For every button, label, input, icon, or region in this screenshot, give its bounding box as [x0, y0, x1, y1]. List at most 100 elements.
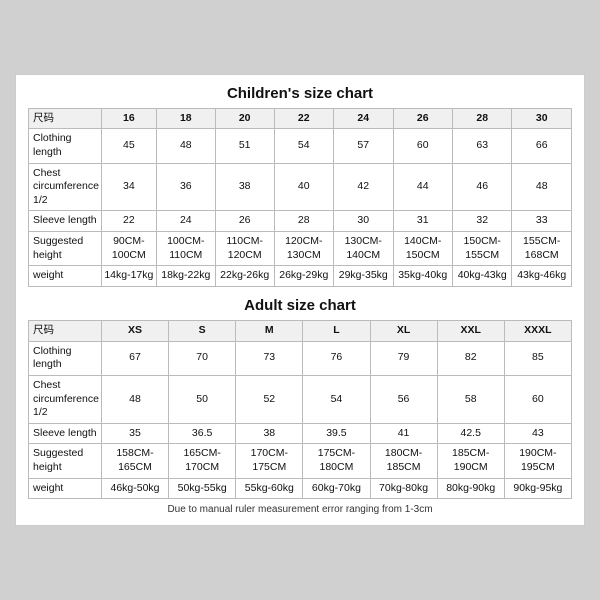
children-cell-4-7: 43kg-46kg — [512, 266, 572, 287]
adult-cell-1-5: 58 — [437, 375, 504, 423]
adult-cell-1-6: 60 — [504, 375, 571, 423]
children-cell-2-6: 32 — [452, 211, 511, 232]
adult-cell-0-2: 73 — [236, 341, 303, 375]
children-cell-0-7: 66 — [512, 129, 572, 163]
adult-col-header-3: M — [236, 321, 303, 342]
adult-row-label-3: Suggested height — [29, 444, 102, 478]
children-cell-2-3: 28 — [274, 211, 333, 232]
children-chart-title: Children's size chart — [28, 85, 572, 102]
children-cell-3-3: 120CM-130CM — [274, 232, 333, 266]
children-cell-0-0: 45 — [101, 129, 156, 163]
adult-cell-1-0: 48 — [101, 375, 168, 423]
adult-cell-0-3: 76 — [303, 341, 370, 375]
size-chart-container: Children's size chart 尺码1618202224262830… — [15, 74, 585, 527]
adult-cell-0-4: 79 — [370, 341, 437, 375]
adult-col-header-5: XL — [370, 321, 437, 342]
adult-cell-0-5: 82 — [437, 341, 504, 375]
children-col-header-1: 16 — [101, 108, 156, 129]
children-cell-2-1: 24 — [156, 211, 215, 232]
children-cell-0-4: 57 — [334, 129, 393, 163]
adult-col-header-7: XXXL — [504, 321, 571, 342]
children-cell-3-1: 100CM-110CM — [156, 232, 215, 266]
children-cell-1-6: 46 — [452, 163, 511, 211]
adult-row-label-4: weight — [29, 478, 102, 499]
children-table-row: Suggested height90CM-100CM100CM-110CM110… — [29, 232, 572, 266]
children-cell-3-0: 90CM-100CM — [101, 232, 156, 266]
children-header-row: 尺码1618202224262830 — [29, 108, 572, 129]
children-cell-1-0: 34 — [101, 163, 156, 211]
children-col-header-3: 20 — [215, 108, 274, 129]
children-col-header-8: 30 — [512, 108, 572, 129]
adult-row-label-2: Sleeve length — [29, 423, 102, 444]
adult-cell-1-3: 54 — [303, 375, 370, 423]
adult-cell-4-6: 90kg-95kg — [504, 478, 571, 499]
children-cell-1-7: 48 — [512, 163, 572, 211]
adult-cell-3-5: 185CM-190CM — [437, 444, 504, 478]
children-size-table: 尺码1618202224262830 Clothing length454851… — [28, 108, 572, 287]
adult-row-label-1: Chest circumference 1/2 — [29, 375, 102, 423]
children-col-header-0: 尺码 — [29, 108, 102, 129]
children-cell-0-2: 51 — [215, 129, 274, 163]
children-cell-1-3: 40 — [274, 163, 333, 211]
adult-cell-1-4: 56 — [370, 375, 437, 423]
adult-table-row: Sleeve length3536.53839.54142.543 — [29, 423, 572, 444]
children-cell-4-6: 40kg-43kg — [452, 266, 511, 287]
adult-cell-2-1: 36.5 — [169, 423, 236, 444]
children-cell-3-4: 130CM-140CM — [334, 232, 393, 266]
children-row-label-1: Chest circumference 1/2 — [29, 163, 102, 211]
children-cell-2-0: 22 — [101, 211, 156, 232]
adult-table-body: Clothing length67707376798285Chest circu… — [29, 341, 572, 499]
adult-cell-0-0: 67 — [101, 341, 168, 375]
children-cell-4-5: 35kg-40kg — [393, 266, 452, 287]
children-cell-4-0: 14kg-17kg — [101, 266, 156, 287]
children-cell-4-3: 26kg-29kg — [274, 266, 333, 287]
children-cell-3-7: 155CM-168CM — [512, 232, 572, 266]
children-cell-3-6: 150CM-155CM — [452, 232, 511, 266]
children-cell-0-3: 54 — [274, 129, 333, 163]
children-table-row: Sleeve length2224262830313233 — [29, 211, 572, 232]
children-cell-1-4: 42 — [334, 163, 393, 211]
adult-cell-2-3: 39.5 — [303, 423, 370, 444]
children-col-header-6: 26 — [393, 108, 452, 129]
adult-table-row: Suggested height158CM-165CM165CM-170CM17… — [29, 444, 572, 478]
adult-cell-4-2: 55kg-60kg — [236, 478, 303, 499]
children-col-header-2: 18 — [156, 108, 215, 129]
adult-col-header-2: S — [169, 321, 236, 342]
adult-cell-0-6: 85 — [504, 341, 571, 375]
children-cell-0-6: 63 — [452, 129, 511, 163]
children-row-label-0: Clothing length — [29, 129, 102, 163]
children-col-header-7: 28 — [452, 108, 511, 129]
adult-cell-2-5: 42.5 — [437, 423, 504, 444]
adult-cell-2-6: 43 — [504, 423, 571, 444]
children-cell-1-1: 36 — [156, 163, 215, 211]
adult-table-row: weight46kg-50kg50kg-55kg55kg-60kg60kg-70… — [29, 478, 572, 499]
adult-cell-3-4: 180CM-185CM — [370, 444, 437, 478]
children-cell-1-5: 44 — [393, 163, 452, 211]
children-cell-0-5: 60 — [393, 129, 452, 163]
children-cell-3-5: 140CM-150CM — [393, 232, 452, 266]
adult-cell-3-3: 175CM-180CM — [303, 444, 370, 478]
children-cell-0-1: 48 — [156, 129, 215, 163]
adult-row-label-0: Clothing length — [29, 341, 102, 375]
adult-cell-1-2: 52 — [236, 375, 303, 423]
adult-cell-4-3: 60kg-70kg — [303, 478, 370, 499]
adult-cell-2-2: 38 — [236, 423, 303, 444]
children-cell-3-2: 110CM-120CM — [215, 232, 274, 266]
adult-table-row: Chest circumference 1/248505254565860 — [29, 375, 572, 423]
adult-col-header-1: XS — [101, 321, 168, 342]
adult-cell-0-1: 70 — [169, 341, 236, 375]
children-cell-4-1: 18kg-22kg — [156, 266, 215, 287]
adult-chart-title: Adult size chart — [28, 297, 572, 314]
adult-cell-1-1: 50 — [169, 375, 236, 423]
children-col-header-5: 24 — [334, 108, 393, 129]
adult-cell-3-2: 170CM-175CM — [236, 444, 303, 478]
footer-note: Due to manual ruler measurement error ra… — [28, 504, 572, 515]
adult-table-row: Clothing length67707376798285 — [29, 341, 572, 375]
adult-col-header-0: 尺码 — [29, 321, 102, 342]
children-row-label-2: Sleeve length — [29, 211, 102, 232]
adult-cell-4-5: 80kg-90kg — [437, 478, 504, 499]
adult-cell-4-0: 46kg-50kg — [101, 478, 168, 499]
children-table-body: Clothing length4548515457606366Chest cir… — [29, 129, 572, 287]
adult-size-table: 尺码XSSMLXLXXLXXXL Clothing length67707376… — [28, 320, 572, 499]
children-cell-4-4: 29kg-35kg — [334, 266, 393, 287]
